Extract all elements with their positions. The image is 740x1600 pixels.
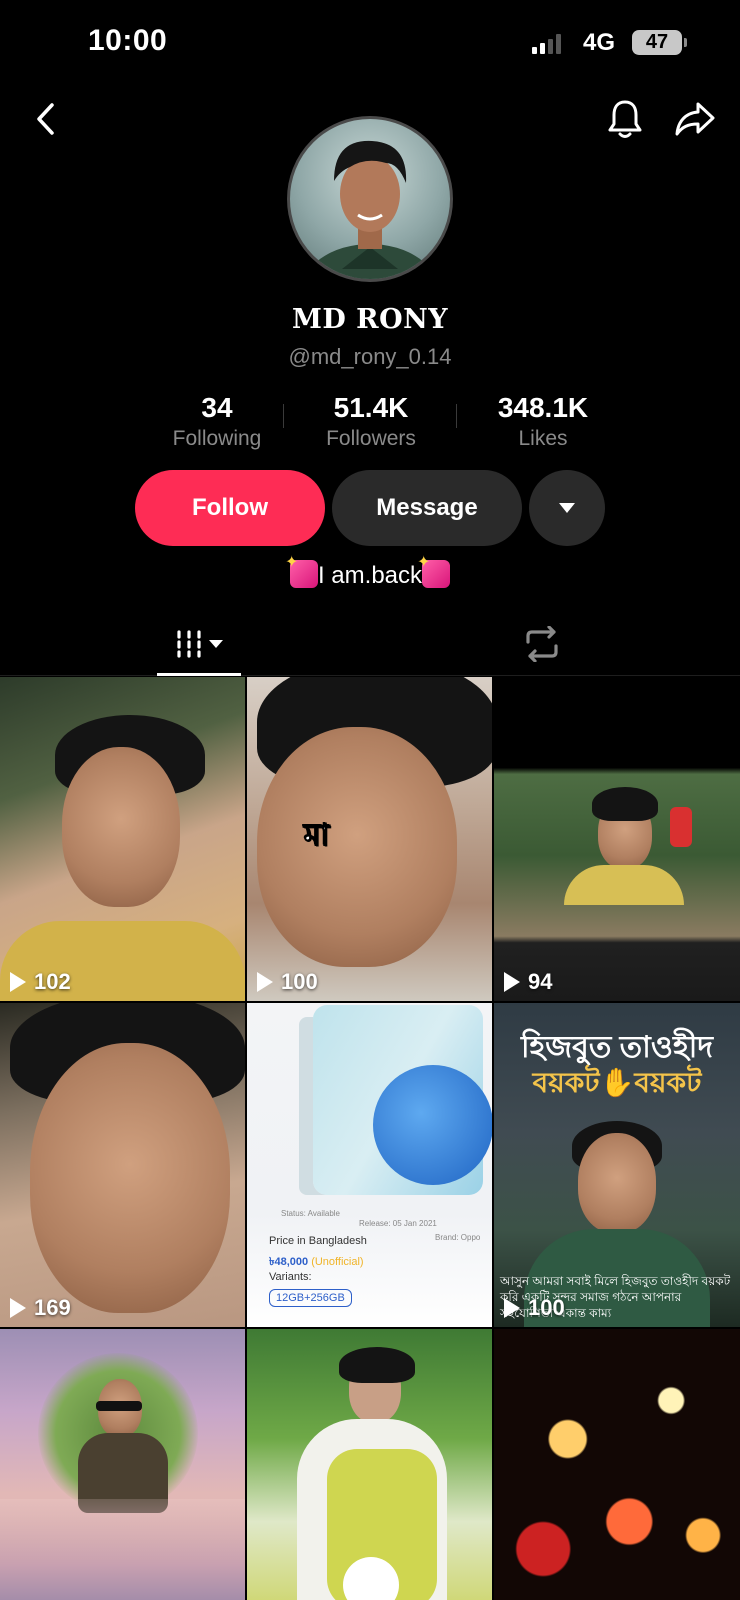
bio-text: I am.back (317, 562, 423, 589)
chevron-left-icon (37, 103, 54, 135)
video-tile[interactable] (0, 1329, 245, 1600)
sparkling-heart-icon (417, 552, 451, 588)
stat-label: Following (172, 427, 262, 450)
back-button[interactable] (24, 98, 66, 140)
tab-videos[interactable] (157, 612, 241, 676)
thumbnail-art (592, 787, 658, 821)
profile-stats: 34 Following 51.4K Followers 348.1K Like… (142, 392, 602, 452)
more-options-button[interactable] (529, 470, 605, 546)
avatar-photo (303, 140, 437, 279)
battery-icon: 47 (632, 30, 687, 55)
banner-subtitle: বয়কট✋বয়কট (532, 1067, 702, 1098)
profile-bio: I am.back (0, 552, 740, 590)
thumbnail-art (670, 807, 692, 847)
spec-variants-label: Variants: (269, 1271, 312, 1283)
view-count: 94 (504, 969, 552, 995)
spec-variant-chip: 12GB+256GB (269, 1289, 352, 1307)
avatar[interactable] (287, 116, 453, 282)
stat-value: 34 (201, 392, 233, 423)
status-bar: 10:00 4G 47 (0, 0, 740, 90)
video-tile[interactable]: 169 (0, 1003, 245, 1327)
video-tile[interactable]: 102 (0, 677, 245, 1001)
play-icon (10, 972, 26, 992)
share-button[interactable] (670, 96, 720, 142)
view-count-text: 94 (528, 969, 553, 994)
play-icon (504, 1298, 520, 1318)
video-caption: মা (303, 819, 330, 853)
video-tile[interactable]: মা 100 (247, 677, 492, 1001)
view-count-text: 100 (528, 1295, 565, 1320)
thumbnail-art (564, 865, 684, 905)
notification-button[interactable] (602, 96, 648, 142)
tab-reposts[interactable] (510, 620, 574, 668)
profile-handle: @md_rony_0.14 (288, 344, 452, 369)
video-tile[interactable]: হিজবুত তাওহীদ বয়কট✋বয়কট আসুন আমরা সবাই… (494, 1003, 740, 1327)
spec-price: ৳48,000 (Unofficial) (269, 1253, 364, 1272)
video-tile[interactable]: 94 (494, 677, 740, 1001)
thumbnail-art (0, 1499, 245, 1600)
stat-divider (283, 404, 284, 428)
stat-followers[interactable]: 51.4K Followers (296, 392, 446, 451)
stat-value: 348.1K (497, 392, 589, 423)
spec-price-value: ৳48,000 (269, 1256, 309, 1268)
thumbnail-art (62, 747, 180, 907)
sparkling-heart-icon (285, 552, 318, 588)
stat-label: Followers (326, 427, 416, 450)
grid-icon (177, 630, 201, 658)
spec-price-label: Price in Bangladesh (269, 1235, 367, 1247)
tab-active-indicator (157, 673, 241, 676)
share-arrow-icon (675, 102, 715, 136)
message-button[interactable]: Message (332, 470, 522, 546)
view-count: 169 (10, 1295, 71, 1321)
stat-following[interactable]: 34 Following (142, 392, 292, 451)
stat-value: 51.4K (333, 392, 409, 423)
thumbnail-art (30, 1043, 230, 1313)
thumbnail-art (96, 1401, 142, 1411)
stat-divider (456, 404, 457, 428)
video-tile[interactable]: Status: Available Release: 05 Jan 2021 B… (247, 1003, 492, 1327)
view-count: 100 (257, 969, 318, 995)
view-count: 100 (504, 1295, 565, 1321)
thumbnail-art (578, 1133, 656, 1233)
caret-down-icon (209, 640, 223, 648)
video-grid: 102 মা 100 94 169 Status: Available Rele… (0, 677, 740, 1600)
view-count-text: 169 (34, 1295, 71, 1320)
follow-button[interactable]: Follow (135, 470, 325, 546)
profile-tabs (0, 612, 740, 676)
repost-icon (526, 626, 558, 662)
video-tile[interactable] (247, 1329, 492, 1600)
bell-icon (608, 100, 642, 138)
play-icon (257, 972, 273, 992)
spec-price-note: (Unofficial) (311, 1256, 364, 1268)
view-count-text: 100 (281, 969, 318, 994)
signal-icon (532, 32, 561, 54)
stat-likes[interactable]: 348.1K Likes (468, 392, 618, 451)
profile-name: MD RONY (291, 304, 449, 335)
video-tile[interactable] (494, 1329, 740, 1600)
play-icon (10, 1298, 26, 1318)
network-type: 4G (583, 29, 616, 56)
view-count-text: 102 (34, 969, 71, 994)
play-icon (504, 972, 520, 992)
thumbnail-art (313, 1005, 492, 1195)
spec-release: Release: 05 Jan 2021 (359, 1219, 437, 1228)
spec-status: Status: Available (281, 1209, 341, 1218)
view-count: 102 (10, 969, 71, 995)
status-time: 10:00 (88, 24, 168, 57)
stat-label: Likes (518, 427, 568, 450)
spec-brand: Brand: Oppo (435, 1233, 481, 1242)
thumbnail-art (339, 1347, 415, 1383)
thumbnail-art (257, 727, 457, 967)
caret-down-icon (559, 503, 575, 513)
